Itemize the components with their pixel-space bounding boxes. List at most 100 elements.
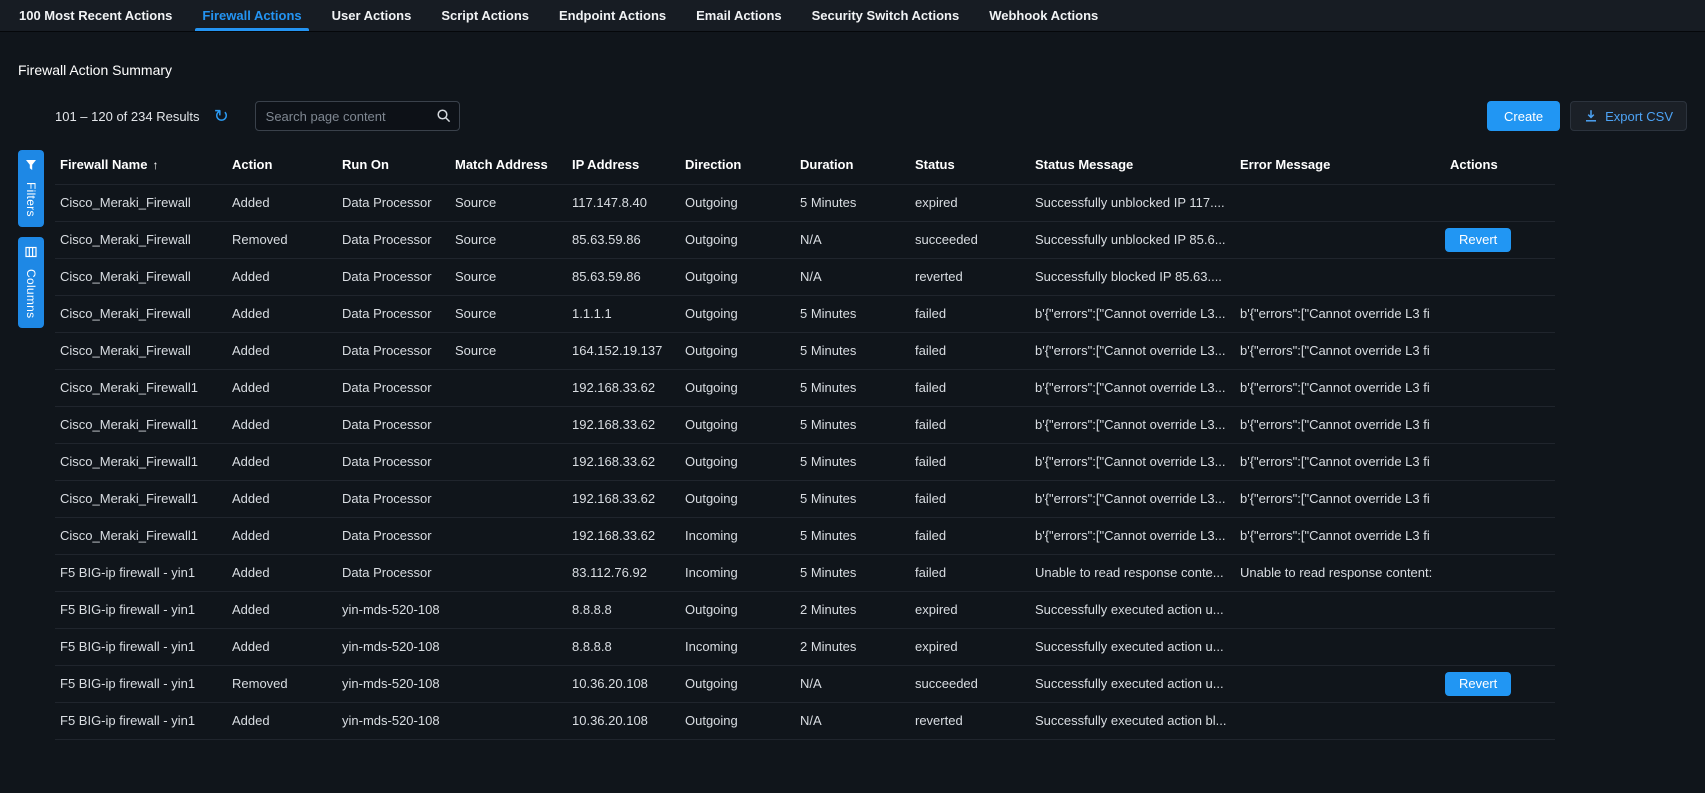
tab-100-most-recent-actions[interactable]: 100 Most Recent Actions — [4, 0, 187, 31]
cell-action: Added — [227, 702, 337, 739]
cell-action: Added — [227, 628, 337, 665]
column-header-actions[interactable]: Actions — [1445, 146, 1555, 184]
table-row: F5 BIG-ip firewall - yin1Addedyin-mds-52… — [55, 591, 1555, 628]
column-header-run-on[interactable]: Run On — [337, 146, 450, 184]
results-count: 101 – 120 of 234 Results — [55, 109, 200, 124]
cell-status-message: Successfully unblocked IP 117.... — [1030, 184, 1235, 221]
cell-actions — [1445, 517, 1555, 554]
cell-ip-address: 85.63.59.86 — [567, 221, 680, 258]
cell-action: Added — [227, 480, 337, 517]
table-body: Cisco_Meraki_FirewallAddedData Processor… — [55, 184, 1555, 739]
cell-run-on: Data Processor — [337, 369, 450, 406]
columns-grid-icon — [25, 245, 37, 263]
cell-firewall-name: Cisco_Meraki_Firewall1 — [55, 369, 227, 406]
table-row: Cisco_Meraki_Firewall1AddedData Processo… — [55, 443, 1555, 480]
cell-firewall-name: F5 BIG-ip firewall - yin1 — [55, 702, 227, 739]
search-icon — [436, 108, 452, 124]
revert-button[interactable]: Revert — [1445, 672, 1511, 696]
sort-asc-icon: ↑ — [152, 158, 158, 172]
cell-status-message: Successfully blocked IP 85.63.... — [1030, 258, 1235, 295]
cell-firewall-name: Cisco_Meraki_Firewall — [55, 221, 227, 258]
cell-ip-address: 85.63.59.86 — [567, 258, 680, 295]
table-row: Cisco_Meraki_Firewall1AddedData Processo… — [55, 517, 1555, 554]
column-header-error-message[interactable]: Error Message — [1235, 146, 1445, 184]
download-icon — [1584, 109, 1598, 123]
revert-button[interactable]: Revert — [1445, 228, 1511, 252]
cell-actions — [1445, 332, 1555, 369]
cell-direction: Outgoing — [680, 406, 795, 443]
search-input[interactable] — [255, 101, 460, 131]
cell-status: failed — [910, 443, 1030, 480]
cell-status: reverted — [910, 702, 1030, 739]
column-header-match-address[interactable]: Match Address — [450, 146, 567, 184]
cell-firewall-name: Cisco_Meraki_Firewall — [55, 184, 227, 221]
side-tab-filters[interactable]: Filters — [18, 150, 44, 227]
cell-direction: Outgoing — [680, 258, 795, 295]
cell-direction: Outgoing — [680, 332, 795, 369]
refresh-icon[interactable]: ↻ — [214, 107, 229, 125]
cell-direction: Outgoing — [680, 702, 795, 739]
cell-error-message — [1235, 591, 1445, 628]
cell-match-address — [450, 628, 567, 665]
cell-action: Added — [227, 443, 337, 480]
tab-user-actions[interactable]: User Actions — [317, 0, 427, 31]
cell-duration: 2 Minutes — [795, 591, 910, 628]
table-zone: Filters Columns Firewall Name↑ActionRun O… — [0, 146, 1705, 740]
cell-ip-address: 8.8.8.8 — [567, 628, 680, 665]
cell-status-message: Unable to read response conte... — [1030, 554, 1235, 591]
cell-duration: 5 Minutes — [795, 406, 910, 443]
cell-direction: Outgoing — [680, 184, 795, 221]
cell-match-address: Source — [450, 332, 567, 369]
cell-match-address: Source — [450, 221, 567, 258]
cell-match-address: Source — [450, 295, 567, 332]
cell-firewall-name: Cisco_Meraki_Firewall — [55, 258, 227, 295]
tab-email-actions[interactable]: Email Actions — [681, 0, 796, 31]
cell-actions — [1445, 591, 1555, 628]
tab-firewall-actions[interactable]: Firewall Actions — [187, 0, 316, 31]
tab-endpoint-actions[interactable]: Endpoint Actions — [544, 0, 681, 31]
tab-webhook-actions[interactable]: Webhook Actions — [974, 0, 1113, 31]
toolbar: 101 – 120 of 234 Results ↻ Create Export… — [55, 100, 1687, 132]
cell-status: failed — [910, 295, 1030, 332]
create-button[interactable]: Create — [1487, 101, 1560, 131]
cell-match-address: Source — [450, 184, 567, 221]
cell-actions — [1445, 628, 1555, 665]
cell-run-on: Data Processor — [337, 258, 450, 295]
cell-action: Removed — [227, 665, 337, 702]
cell-status-message: b'{"errors":["Cannot override L3... — [1030, 332, 1235, 369]
cell-duration: 5 Minutes — [795, 332, 910, 369]
cell-firewall-name: Cisco_Meraki_Firewall1 — [55, 406, 227, 443]
column-header-action[interactable]: Action — [227, 146, 337, 184]
column-header-firewall-name[interactable]: Firewall Name↑ — [55, 146, 227, 184]
table-row: F5 BIG-ip firewall - yin1AddedData Proce… — [55, 554, 1555, 591]
cell-firewall-name: Cisco_Meraki_Firewall — [55, 295, 227, 332]
cell-firewall-name: Cisco_Meraki_Firewall1 — [55, 480, 227, 517]
cell-match-address — [450, 591, 567, 628]
firewall-actions-table: Firewall Name↑ActionRun OnMatch AddressI… — [55, 146, 1555, 740]
column-header-status[interactable]: Status — [910, 146, 1030, 184]
cell-run-on: yin-mds-520-108 — [337, 702, 450, 739]
side-tab-columns[interactable]: Columns — [18, 237, 44, 328]
cell-duration: 2 Minutes — [795, 628, 910, 665]
column-header-ip-address[interactable]: IP Address — [567, 146, 680, 184]
export-csv-button[interactable]: Export CSV — [1570, 101, 1687, 131]
cell-error-message — [1235, 221, 1445, 258]
table-row: Cisco_Meraki_Firewall1AddedData Processo… — [55, 480, 1555, 517]
cell-error-message: b'{"errors":["Cannot override L3 fi — [1235, 332, 1445, 369]
cell-firewall-name: Cisco_Meraki_Firewall1 — [55, 517, 227, 554]
cell-status: expired — [910, 591, 1030, 628]
cell-status: succeeded — [910, 221, 1030, 258]
cell-actions — [1445, 480, 1555, 517]
cell-direction: Incoming — [680, 554, 795, 591]
cell-ip-address: 8.8.8.8 — [567, 591, 680, 628]
tab-script-actions[interactable]: Script Actions — [426, 0, 544, 31]
column-header-status-message[interactable]: Status Message — [1030, 146, 1235, 184]
cell-error-message — [1235, 702, 1445, 739]
column-header-direction[interactable]: Direction — [680, 146, 795, 184]
tab-security-switch-actions[interactable]: Security Switch Actions — [797, 0, 975, 31]
cell-duration: 5 Minutes — [795, 295, 910, 332]
column-header-duration[interactable]: Duration — [795, 146, 910, 184]
cell-actions — [1445, 443, 1555, 480]
table-row: Cisco_Meraki_FirewallAddedData Processor… — [55, 258, 1555, 295]
cell-actions — [1445, 702, 1555, 739]
